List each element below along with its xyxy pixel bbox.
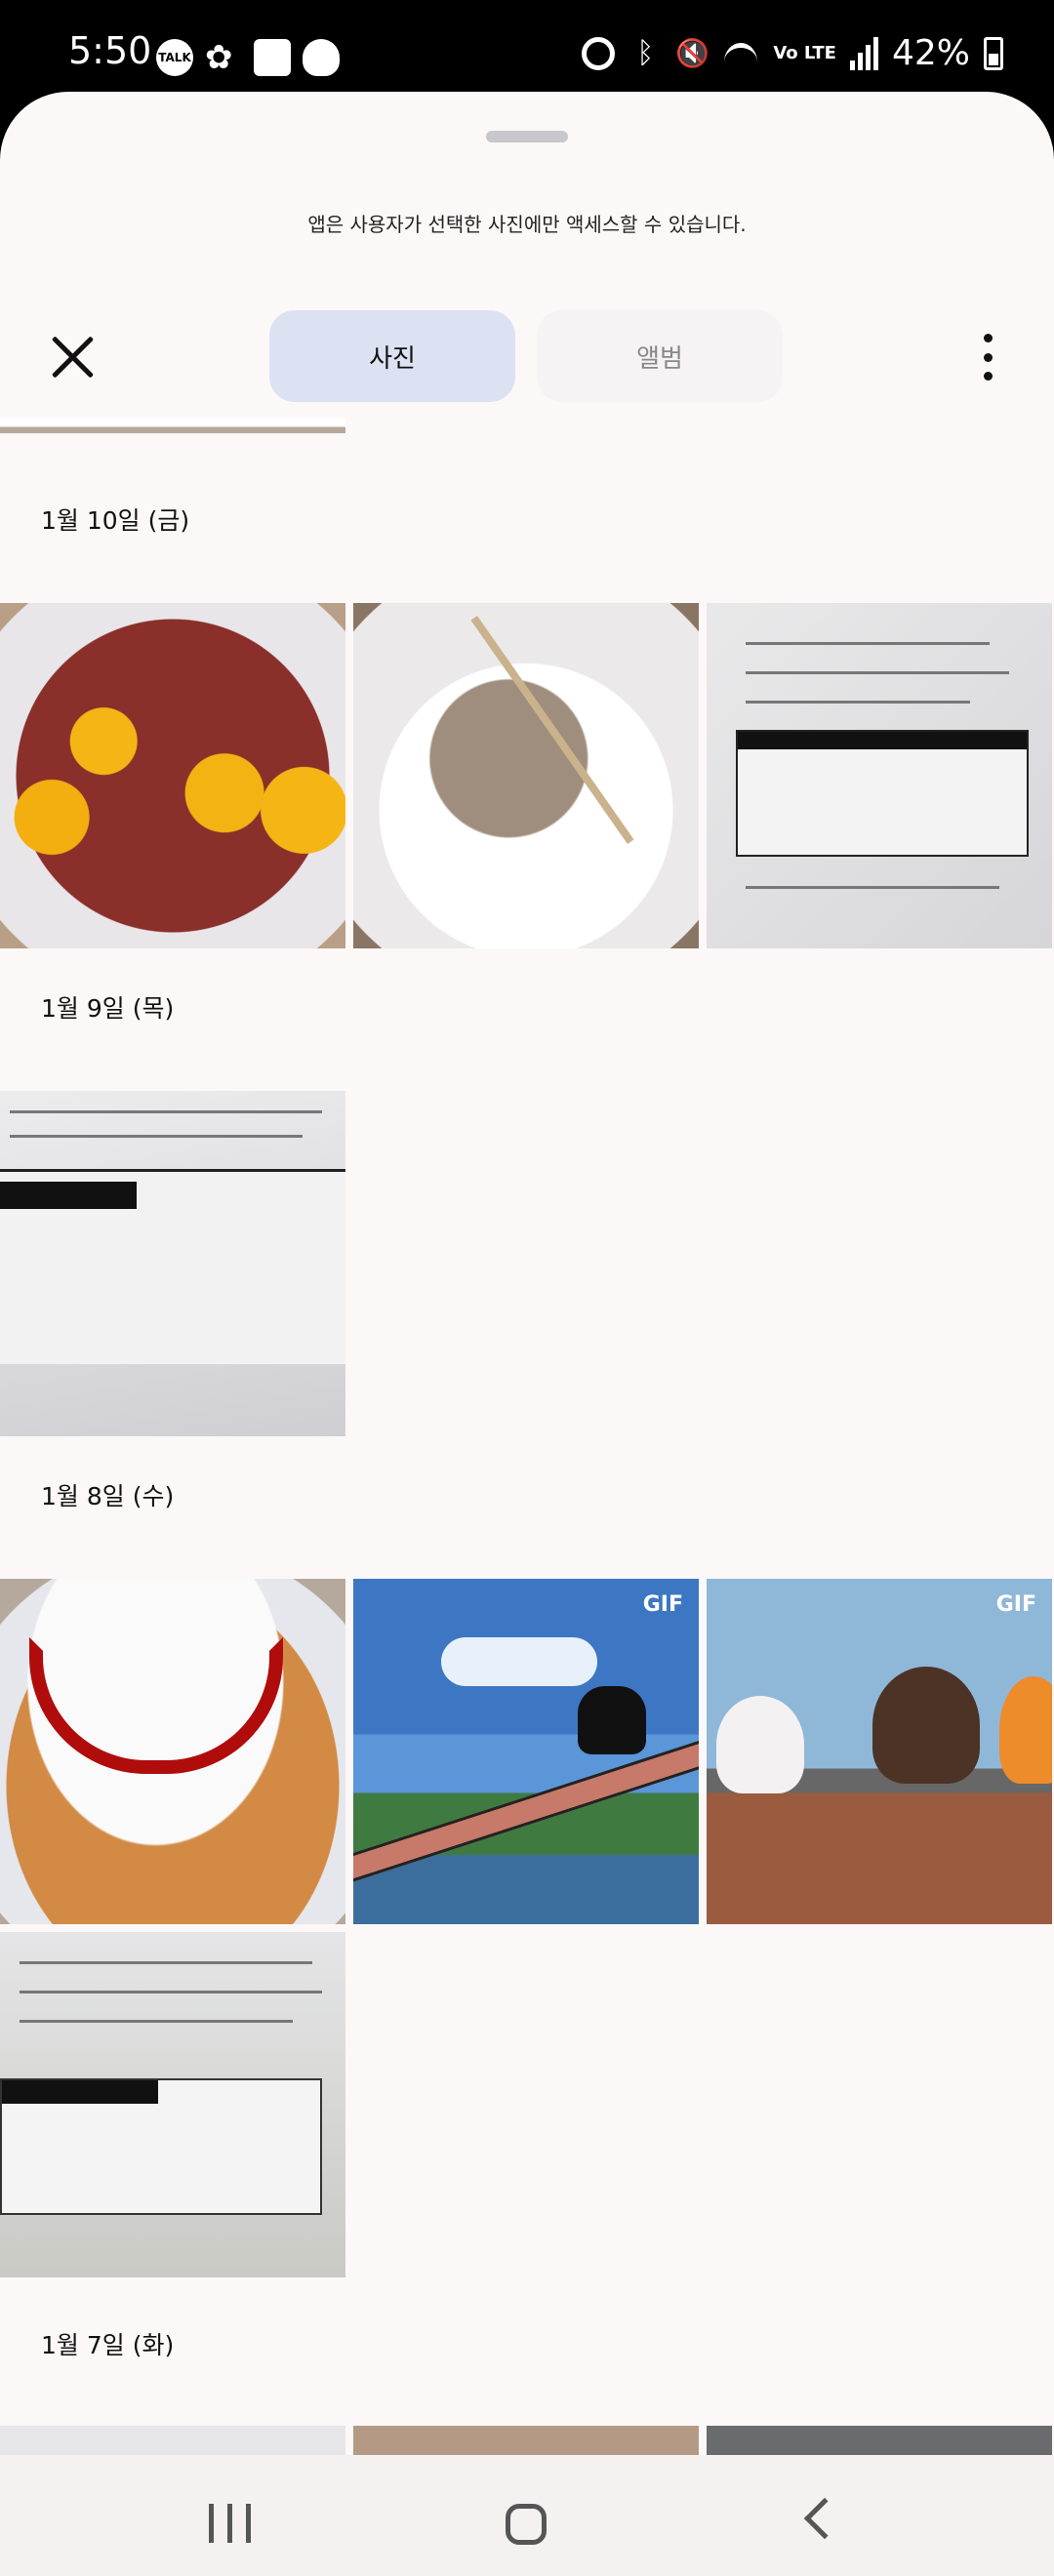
cloud-icon bbox=[303, 39, 340, 76]
home-button[interactable] bbox=[506, 2504, 547, 2545]
tab-bar: 사진 앨범 bbox=[269, 310, 783, 402]
recent-apps-button[interactable] bbox=[209, 2504, 251, 2543]
photo-thumbnail[interactable] bbox=[0, 603, 345, 948]
date-header: 1월 9일 (목) bbox=[41, 994, 175, 1023]
nutrition-table-shape bbox=[0, 1169, 345, 1364]
nutrition-table-shape bbox=[736, 730, 1029, 857]
more-dot-icon bbox=[983, 372, 993, 381]
more-dot-icon bbox=[983, 352, 993, 362]
mute-icon: 🔇 bbox=[675, 36, 710, 69]
back-button[interactable] bbox=[803, 2497, 846, 2540]
gif-thumbnail[interactable]: GIF bbox=[353, 1579, 699, 1924]
notification-icons: TALK ✿ bbox=[156, 39, 340, 76]
signal-icon bbox=[849, 36, 878, 70]
date-header: 1월 10일 (금) bbox=[41, 506, 190, 535]
more-options-button[interactable] bbox=[976, 334, 999, 381]
ketchup-shape bbox=[29, 1637, 283, 1774]
battery-icon bbox=[984, 36, 1003, 70]
navigation-bar bbox=[0, 2455, 1054, 2576]
drag-handle[interactable] bbox=[486, 131, 568, 142]
photo-thumbnail[interactable] bbox=[707, 603, 1052, 948]
bluetooth-icon: ᛒ bbox=[636, 35, 655, 70]
photo-thumbnail[interactable] bbox=[0, 418, 345, 433]
date-header: 1월 8일 (수) bbox=[41, 1482, 175, 1510]
gif-badge: GIF bbox=[642, 1592, 683, 1617]
gif-badge: GIF bbox=[995, 1592, 1036, 1617]
tab-photos[interactable]: 사진 bbox=[269, 310, 515, 402]
status-right: ᛒ 🔇 Vo LTE 42% bbox=[582, 33, 1003, 73]
battery-percent: 42% bbox=[891, 33, 970, 73]
image-icon bbox=[254, 39, 291, 76]
chopsticks-shape bbox=[470, 616, 634, 844]
status-time: 5:50 bbox=[68, 29, 152, 72]
photo-thumbnail[interactable] bbox=[353, 603, 699, 948]
talk-icon: TALK bbox=[156, 39, 193, 76]
date-header: 1월 7일 (화) bbox=[41, 2331, 175, 2359]
nutrition-table-shape bbox=[0, 2078, 322, 2215]
close-button[interactable] bbox=[49, 334, 96, 381]
alarm-icon bbox=[582, 36, 616, 70]
photo-picker-sheet: 앱은 사용자가 선택한 사진에만 액세스할 수 있습니다. 사진 앨범 1월 1… bbox=[0, 92, 1054, 2469]
access-notice: 앱은 사용자가 선택한 사진에만 액세스할 수 있습니다. bbox=[307, 213, 747, 236]
photo-thumbnail[interactable] bbox=[0, 1579, 345, 1924]
gif-thumbnail[interactable]: GIF bbox=[707, 1579, 1052, 1924]
clip-icon: ✿ bbox=[205, 38, 233, 77]
photo-thumbnail[interactable] bbox=[0, 1932, 345, 2277]
more-dot-icon bbox=[983, 334, 993, 342]
lte-icon: Vo LTE bbox=[773, 43, 836, 63]
wifi-icon bbox=[722, 37, 759, 70]
photo-thumbnail[interactable] bbox=[0, 1091, 345, 1436]
tab-albums[interactable]: 앨범 bbox=[537, 310, 783, 402]
